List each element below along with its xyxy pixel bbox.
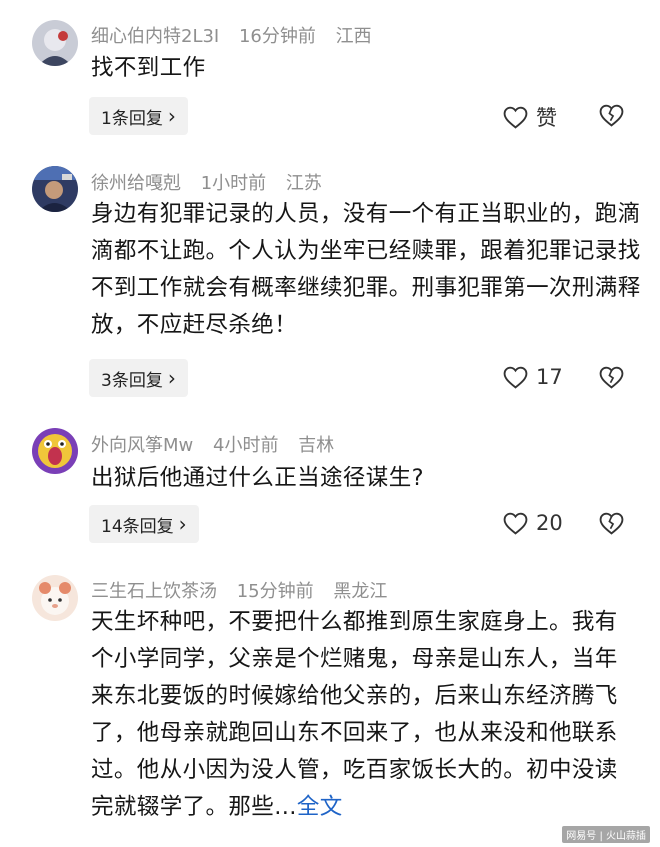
replies-label: 1条回复 xyxy=(101,108,163,129)
username[interactable]: 细心伯内特2L3I xyxy=(91,26,219,47)
heart-outline-icon xyxy=(503,512,528,535)
avatar[interactable] xyxy=(32,428,78,474)
view-replies-button[interactable]: 14条回复 › xyxy=(89,505,199,543)
timestamp: 1小时前 xyxy=(200,173,267,194)
like-button[interactable]: 20 xyxy=(503,511,563,535)
comment-meta: 三生石上饮茶汤 15分钟前 黑龙江 xyxy=(91,577,401,603)
broken-heart-icon xyxy=(599,512,624,535)
heart-outline-icon xyxy=(503,106,528,129)
avatar-image xyxy=(32,20,78,66)
avatar-image xyxy=(32,575,78,621)
avatar-image xyxy=(32,166,78,212)
like-count: 赞 xyxy=(536,106,557,130)
chevron-right-icon: › xyxy=(167,366,176,390)
location: 江西 xyxy=(335,26,372,47)
location: 江苏 xyxy=(285,173,322,194)
like-button[interactable]: 赞 xyxy=(503,102,557,132)
avatar[interactable] xyxy=(32,575,78,621)
comment-text-body: 天生坏种吧，不要把什么都推到原生家庭身上。我有个小学同学，父亲是个烂赌鬼，母亲是… xyxy=(91,609,618,820)
comment-text: 找不到工作 xyxy=(91,55,206,81)
watermark: 网易号 | 火山蒜插 xyxy=(562,826,650,843)
comment-text: 身边有犯罪记录的人员，没有一个有正当职业的，跑滴滴都不让跑。个人认为坐牢已经赎罪… xyxy=(91,201,641,338)
comment-meta: 细心伯内特2L3I 16分钟前 江西 xyxy=(91,22,386,48)
comment-text: 出狱后他通过什么正当途径谋生? xyxy=(91,465,424,491)
comment-meta: 徐州给嘎剋 1小时前 江苏 xyxy=(91,169,336,195)
replies-label: 14条回复 xyxy=(101,516,174,537)
location: 吉林 xyxy=(298,435,335,456)
broken-heart-icon xyxy=(599,104,624,127)
view-replies-button[interactable]: 3条回复 › xyxy=(89,359,188,397)
dislike-button[interactable] xyxy=(599,512,624,539)
avatar[interactable] xyxy=(32,20,78,66)
like-button[interactable]: 17 xyxy=(503,365,563,389)
heart-outline-icon xyxy=(503,366,528,389)
timestamp: 15分钟前 xyxy=(236,581,314,602)
dislike-button[interactable] xyxy=(599,366,624,393)
comment-meta: 外向风筝Mw 4小时前 吉林 xyxy=(91,431,348,457)
comment-text: 天生坏种吧，不要把什么都推到原生家庭身上。我有个小学同学，父亲是个烂赌鬼，母亲是… xyxy=(91,604,636,826)
expand-full-text-link[interactable]: 全文 xyxy=(297,794,343,820)
chevron-right-icon: › xyxy=(178,512,187,536)
username[interactable]: 三生石上饮茶汤 xyxy=(91,581,217,602)
broken-heart-icon xyxy=(599,366,624,389)
dislike-button[interactable] xyxy=(599,104,624,131)
timestamp: 4小时前 xyxy=(213,435,279,456)
like-count: 17 xyxy=(536,365,563,389)
like-count: 20 xyxy=(536,511,563,535)
avatar-image xyxy=(32,428,78,474)
avatar[interactable] xyxy=(32,166,78,212)
timestamp: 16分钟前 xyxy=(238,26,316,47)
replies-label: 3条回复 xyxy=(101,370,163,391)
location: 黑龙江 xyxy=(333,581,388,602)
view-replies-button[interactable]: 1条回复 › xyxy=(89,97,188,135)
username[interactable]: 徐州给嘎剋 xyxy=(91,173,181,194)
username[interactable]: 外向风筝Mw xyxy=(91,435,193,456)
chevron-right-icon: › xyxy=(167,104,176,128)
